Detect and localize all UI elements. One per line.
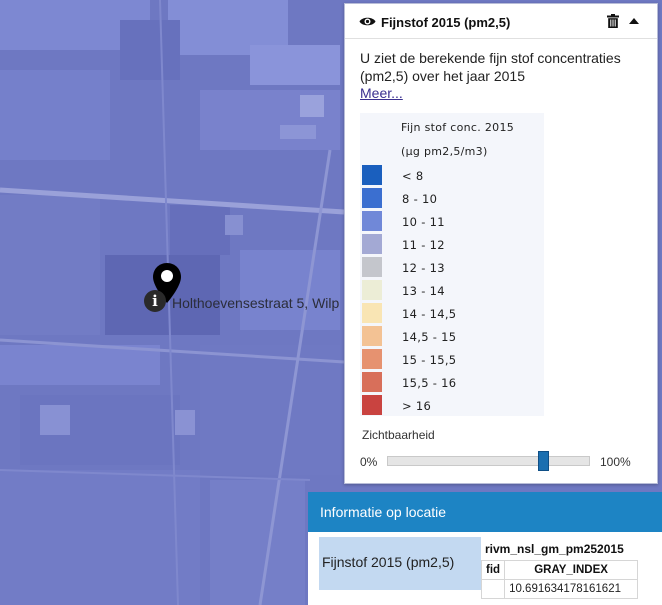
opacity-slider[interactable]: [387, 451, 590, 471]
legend-item: 14 - 14,5: [360, 301, 544, 324]
address-label: Holthoevensestraat 5, Wilp: [172, 295, 340, 311]
legend-label: 13 - 14: [402, 284, 445, 298]
table-header-fid: fid: [480, 560, 506, 580]
info-icon[interactable]: i: [144, 290, 166, 312]
info-panel-title: Informatie op locatie: [320, 504, 447, 520]
legend-swatch: [362, 257, 382, 277]
legend-item: 14,5 - 15: [360, 324, 544, 347]
legend-swatch: [362, 326, 382, 346]
eye-icon[interactable]: [359, 15, 376, 28]
info-table: fid GRAY_INDEX 10.691634178161621: [480, 560, 639, 599]
legend-label: 8 - 10: [402, 192, 438, 206]
info-panel-header: Informatie op locatie: [308, 492, 662, 532]
legend-label: 10 - 11: [402, 215, 445, 229]
table-row: 10.691634178161621: [480, 579, 639, 599]
legend-swatch: [362, 349, 382, 369]
legend-label: 14 - 14,5: [402, 307, 457, 321]
legend-swatch: [362, 372, 382, 392]
legend-swatch: [362, 211, 382, 231]
legend-label: 15,5 - 16: [402, 376, 457, 390]
legend-label: < 8: [402, 169, 424, 183]
layer-panel: Fijnstof 2015 (pm2,5) U ziet de berekend…: [344, 3, 658, 484]
info-layer-cell[interactable]: Fijnstof 2015 (pm2,5): [319, 537, 481, 590]
more-link[interactable]: Meer...: [360, 85, 403, 101]
opacity-min-label: 0%: [360, 455, 378, 469]
legend: Fijn stof conc. 2015 (µg pm2,5/m3) < 8 8 …: [360, 113, 544, 416]
opacity-max-label: 100%: [600, 455, 631, 469]
legend-swatch: [362, 165, 382, 185]
layer-panel-header: Fijnstof 2015 (pm2,5): [345, 4, 657, 39]
table-header-gray-index: GRAY_INDEX: [504, 560, 639, 580]
layer-description: U ziet de berekende fijn stof concentrat…: [360, 50, 621, 84]
legend-label: 15 - 15,5: [402, 353, 457, 367]
layer-title: Fijnstof 2015 (pm2,5): [381, 15, 511, 30]
legend-label: 12 - 13: [402, 261, 445, 275]
legend-item: 8 - 10: [360, 186, 544, 209]
legend-swatch: [362, 280, 382, 300]
legend-label: 11 - 12: [402, 238, 445, 252]
legend-item: > 16: [360, 393, 544, 416]
legend-label: 14,5 - 15: [402, 330, 457, 344]
legend-item: < 8: [360, 163, 544, 186]
trash-icon[interactable]: [607, 14, 619, 28]
chevron-up-icon[interactable]: [629, 17, 639, 25]
legend-item: 13 - 14: [360, 278, 544, 301]
legend-unit: (µg pm2,5/m3): [401, 145, 488, 158]
legend-swatch: [362, 234, 382, 254]
legend-title: Fijn stof conc. 2015: [401, 121, 515, 134]
legend-item: 12 - 13: [360, 255, 544, 278]
legend-item: 11 - 12: [360, 232, 544, 255]
table-cell-fid: [480, 579, 506, 599]
legend-item: 15 - 15,5: [360, 347, 544, 370]
legend-item: 10 - 11: [360, 209, 544, 232]
legend-swatch: [362, 395, 382, 415]
opacity-slider-handle[interactable]: [538, 451, 549, 471]
legend-label: > 16: [402, 399, 432, 413]
info-panel: Informatie op locatie Fijnstof 2015 (pm2…: [308, 492, 662, 605]
info-source-name: rivm_nsl_gm_pm252015: [485, 542, 624, 556]
legend-swatch: [362, 303, 382, 323]
legend-swatch: [362, 188, 382, 208]
info-layer-name: Fijnstof 2015 (pm2,5): [322, 554, 455, 570]
opacity-label: Zichtbaarheid: [362, 428, 435, 442]
table-cell-gray-index: 10.691634178161621: [504, 579, 639, 599]
legend-item: 15,5 - 16: [360, 370, 544, 393]
